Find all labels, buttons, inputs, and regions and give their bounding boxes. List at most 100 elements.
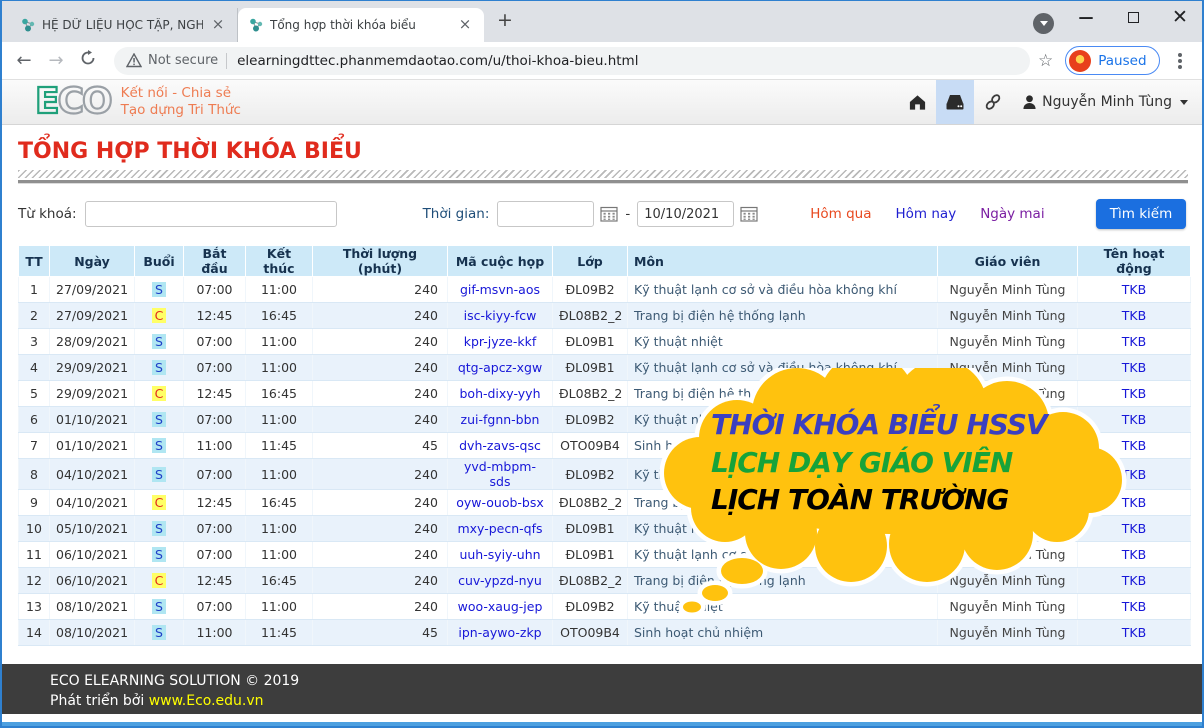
cell-activity[interactable]: TKB xyxy=(1078,303,1191,329)
home-button[interactable] xyxy=(898,80,936,124)
cell-end: 11:00 xyxy=(246,594,313,620)
cell-tt: 4 xyxy=(19,355,50,381)
date-from-input[interactable] xyxy=(497,201,594,227)
cell-code[interactable]: oyw-ouob-bsx xyxy=(448,490,553,516)
session-badge: S xyxy=(152,412,166,427)
cell-code[interactable]: ipn-aywo-zkp xyxy=(448,620,553,646)
cell-activity[interactable]: TKB xyxy=(1078,329,1191,355)
column-header: Mã cuộc họp xyxy=(448,246,553,277)
profile-chip[interactable]: Paused xyxy=(1065,46,1159,75)
footer-eco-link[interactable]: www.Eco.edu.vn xyxy=(149,693,264,709)
cell-date: 01/10/2021 xyxy=(50,407,135,433)
session-badge: S xyxy=(152,360,166,375)
cell-code[interactable]: woo-xaug-jep xyxy=(448,594,553,620)
window-minimize-button[interactable]: — xyxy=(1066,0,1106,34)
cell-cls: ĐL09B1 xyxy=(553,329,628,355)
link-yesterday[interactable]: Hôm qua xyxy=(810,206,871,222)
cell-code[interactable]: zui-fgnn-bbn xyxy=(448,407,553,433)
address-bar[interactable]: Not secure elearningdttec.phanmemdaotao.… xyxy=(114,47,1030,75)
cell-code[interactable]: dvh-zavs-qsc xyxy=(448,433,553,459)
new-tab-button[interactable]: + xyxy=(492,8,518,34)
site-footer: ECO ELEARNING SOLUTION © 2019 Phát triển… xyxy=(2,664,1202,714)
cell-session: S xyxy=(135,433,184,459)
cell-code[interactable]: kpr-jyze-kkf xyxy=(448,329,553,355)
cell-duration: 240 xyxy=(313,277,448,303)
tab-he-du-lieu[interactable]: HỆ DỮ LIỆU HỌC TẬP, NGHIÊN C × xyxy=(10,8,238,42)
forward-button[interactable]: → xyxy=(40,50,72,71)
cell-end: 11:45 xyxy=(246,433,313,459)
cell-tt: 10 xyxy=(19,516,50,542)
window-maximize-button[interactable] xyxy=(1113,0,1153,34)
resources-button[interactable] xyxy=(936,80,974,124)
divider xyxy=(226,53,227,69)
cell-duration: 240 xyxy=(313,516,448,542)
reload-icon xyxy=(80,50,96,66)
link-today[interactable]: Hôm nay xyxy=(896,206,957,222)
cell-activity[interactable]: TKB xyxy=(1078,277,1191,303)
cell-start: 07:00 xyxy=(184,516,246,542)
links-button[interactable] xyxy=(974,80,1012,124)
cell-code[interactable]: isc-kiyy-fcw xyxy=(448,303,553,329)
date-from-calendar-button[interactable] xyxy=(600,206,618,222)
search-button[interactable]: Tìm kiếm xyxy=(1096,199,1186,229)
cell-cls: ĐL09B1 xyxy=(553,355,628,381)
column-header: Tên hoạt động xyxy=(1078,246,1191,277)
tab-close-icon[interactable]: × xyxy=(456,16,474,34)
table-row: 227/09/2021C12:4516:45240isc-kiyy-fcwĐL0… xyxy=(19,303,1191,329)
cell-code[interactable]: mxy-pecn-qfs xyxy=(448,516,553,542)
tab-search-button[interactable] xyxy=(1033,13,1054,34)
cell-duration: 240 xyxy=(313,303,448,329)
session-badge: C xyxy=(152,386,166,401)
cell-activity[interactable]: TKB xyxy=(1078,620,1191,646)
user-menu[interactable]: Nguyễn Minh Tùng xyxy=(1022,94,1188,110)
back-button[interactable]: ← xyxy=(8,50,40,71)
cell-tt: 13 xyxy=(19,594,50,620)
cell-code[interactable]: qtg-apcz-xgw xyxy=(448,355,553,381)
cell-duration: 240 xyxy=(313,407,448,433)
cell-session: S xyxy=(135,620,184,646)
cell-teacher: Nguyễn Minh Tùng xyxy=(938,277,1078,303)
cell-code[interactable]: cuv-ypzd-nyu xyxy=(448,568,553,594)
tab-thoi-khoa-bieu[interactable]: Tổng hợp thời khóa biểu × xyxy=(238,8,484,42)
link-tomorrow[interactable]: Ngày mai xyxy=(980,206,1044,222)
logo-letter-e: E xyxy=(35,81,58,122)
cell-tt: 7 xyxy=(19,433,50,459)
url-text[interactable]: elearningdttec.phanmemdaotao.com/u/thoi-… xyxy=(237,53,638,69)
eco-logo[interactable]: ECO Kết nối - Chia sẻ Tạo dựng Tri Thức xyxy=(35,85,241,119)
keyword-input[interactable] xyxy=(85,201,337,227)
session-badge: S xyxy=(152,334,166,349)
cell-session: S xyxy=(135,594,184,620)
bubble-line-2: LỊCH DẠY GIÁO VIÊN xyxy=(711,446,1131,479)
cell-code[interactable]: uuh-syiy-uhn xyxy=(448,542,553,568)
date-to-input[interactable] xyxy=(637,201,734,227)
table-header-row: TTNgàyBuổiBắt đầuKết thúcThời lượng (phú… xyxy=(19,246,1191,277)
cell-end: 11:00 xyxy=(246,407,313,433)
maximize-icon xyxy=(1128,12,1139,23)
reload-button[interactable] xyxy=(72,50,104,71)
cell-session: S xyxy=(135,329,184,355)
footer-credit: Phát triển bởi www.Eco.edu.vn xyxy=(50,693,1202,709)
cell-tt: 1 xyxy=(19,277,50,303)
user-name: Nguyễn Minh Tùng xyxy=(1042,94,1172,110)
cell-date: 08/10/2021 xyxy=(50,620,135,646)
cell-code[interactable]: boh-dixy-yyh xyxy=(448,381,553,407)
filter-bar: Từ khoá: Thời gian: - xyxy=(2,199,1202,229)
cell-date: 08/10/2021 xyxy=(50,594,135,620)
cell-end: 11:00 xyxy=(246,542,313,568)
date-to-calendar-button[interactable] xyxy=(740,206,758,222)
promo-thought-bubble: THỜI KHÓA BIỂU HSSV LỊCH DẠY GIÁO VIÊN L… xyxy=(645,368,1165,620)
cell-date: 01/10/2021 xyxy=(50,433,135,459)
title-hatch-divider xyxy=(18,170,1188,178)
cell-start: 07:00 xyxy=(184,542,246,568)
bookmark-star-icon[interactable]: ☆ xyxy=(1038,51,1053,71)
tab-close-icon[interactable]: × xyxy=(209,16,227,34)
column-header: Thời lượng (phút) xyxy=(313,246,448,277)
window-close-button[interactable]: ✕ xyxy=(1160,0,1200,34)
browser-menu-button[interactable] xyxy=(1170,51,1190,71)
cell-code[interactable]: yvd-mbpm-sds xyxy=(448,459,553,490)
cell-tt: 8 xyxy=(19,459,50,490)
cell-tt: 11 xyxy=(19,542,50,568)
cell-code[interactable]: gif-msvn-aos xyxy=(448,277,553,303)
cell-cls: OTO09B4 xyxy=(553,433,628,459)
cell-session: S xyxy=(135,355,184,381)
